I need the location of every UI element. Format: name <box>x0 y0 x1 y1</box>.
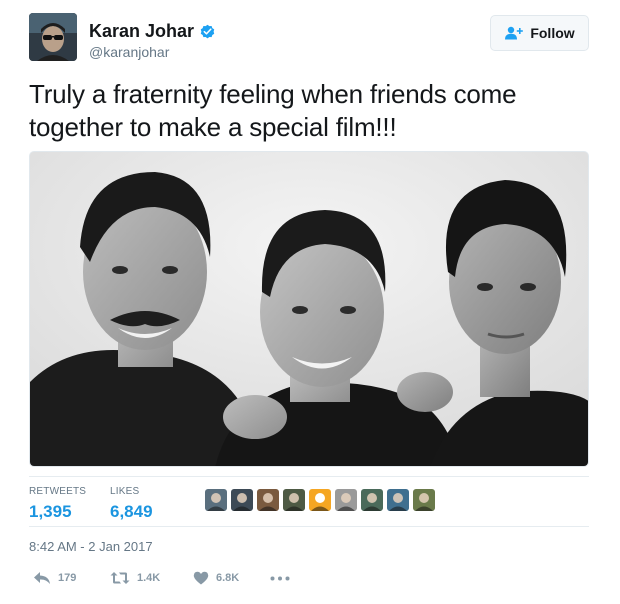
user-name-row[interactable]: Karan Johar <box>89 20 216 42</box>
retweets-stat[interactable]: RETWEETS 1,395 <box>29 486 86 523</box>
retweet-icon <box>110 572 130 584</box>
user-handle[interactable]: @karanjohar <box>89 43 169 61</box>
like-count: 6.8K <box>216 572 240 584</box>
avatar[interactable] <box>29 13 77 61</box>
retweet-count: 1.4K <box>137 572 161 584</box>
reply-button[interactable]: 179 <box>33 571 76 585</box>
liker-avatar-image <box>259 493 277 511</box>
more-button[interactable] <box>270 576 290 581</box>
liker-avatar[interactable] <box>387 489 409 511</box>
liker-avatar[interactable] <box>257 489 279 511</box>
liker-avatar-image <box>415 493 433 511</box>
liker-avatar-image <box>233 493 251 511</box>
likes-stat[interactable]: LIKES 6,849 <box>110 486 153 523</box>
display-name[interactable]: Karan Johar <box>89 20 194 42</box>
retweet-button[interactable]: 1.4K <box>110 571 160 585</box>
divider-middle <box>29 526 589 527</box>
avatar-image <box>29 13 77 61</box>
liker-avatar[interactable] <box>413 489 435 511</box>
tweet-text: Truly a fraternity feeling when friends … <box>29 79 517 142</box>
tweet-photo-image <box>30 152 588 466</box>
liker-avatar[interactable] <box>231 489 253 511</box>
liker-avatar-image <box>285 493 303 511</box>
likes-value: 6,849 <box>110 502 153 521</box>
liker-avatar[interactable] <box>309 489 331 511</box>
follow-button[interactable]: Follow <box>490 15 589 51</box>
tweet-card: Karan Johar @karanjohar Follow Truly a f… <box>0 0 620 604</box>
more-dots-icon <box>270 576 290 581</box>
liker-avatar-image <box>389 493 407 511</box>
likers-avatars <box>205 489 439 511</box>
follow-button-label: Follow <box>530 25 575 41</box>
retweets-value: 1,395 <box>29 502 72 521</box>
like-button[interactable]: 6.8K <box>193 571 239 585</box>
likes-label: LIKES <box>110 486 140 497</box>
reply-count: 179 <box>58 572 77 584</box>
tweet-photo[interactable] <box>29 151 589 467</box>
liker-avatar[interactable] <box>205 489 227 511</box>
heart-icon <box>193 571 209 585</box>
liker-avatar-image <box>363 493 381 511</box>
retweets-label: RETWEETS <box>29 486 87 497</box>
verified-badge-icon <box>200 24 215 38</box>
tweet-timestamp[interactable]: 8:42 AM - 2 Jan 2017 <box>29 539 153 555</box>
add-person-icon <box>505 26 524 40</box>
liker-avatar-image <box>311 493 329 511</box>
divider-top <box>29 476 589 477</box>
reply-icon <box>34 572 50 584</box>
liker-avatar-image <box>337 493 355 511</box>
liker-avatar[interactable] <box>361 489 383 511</box>
liker-avatar-image <box>207 493 225 511</box>
liker-avatar[interactable] <box>283 489 305 511</box>
liker-avatar[interactable] <box>335 489 357 511</box>
